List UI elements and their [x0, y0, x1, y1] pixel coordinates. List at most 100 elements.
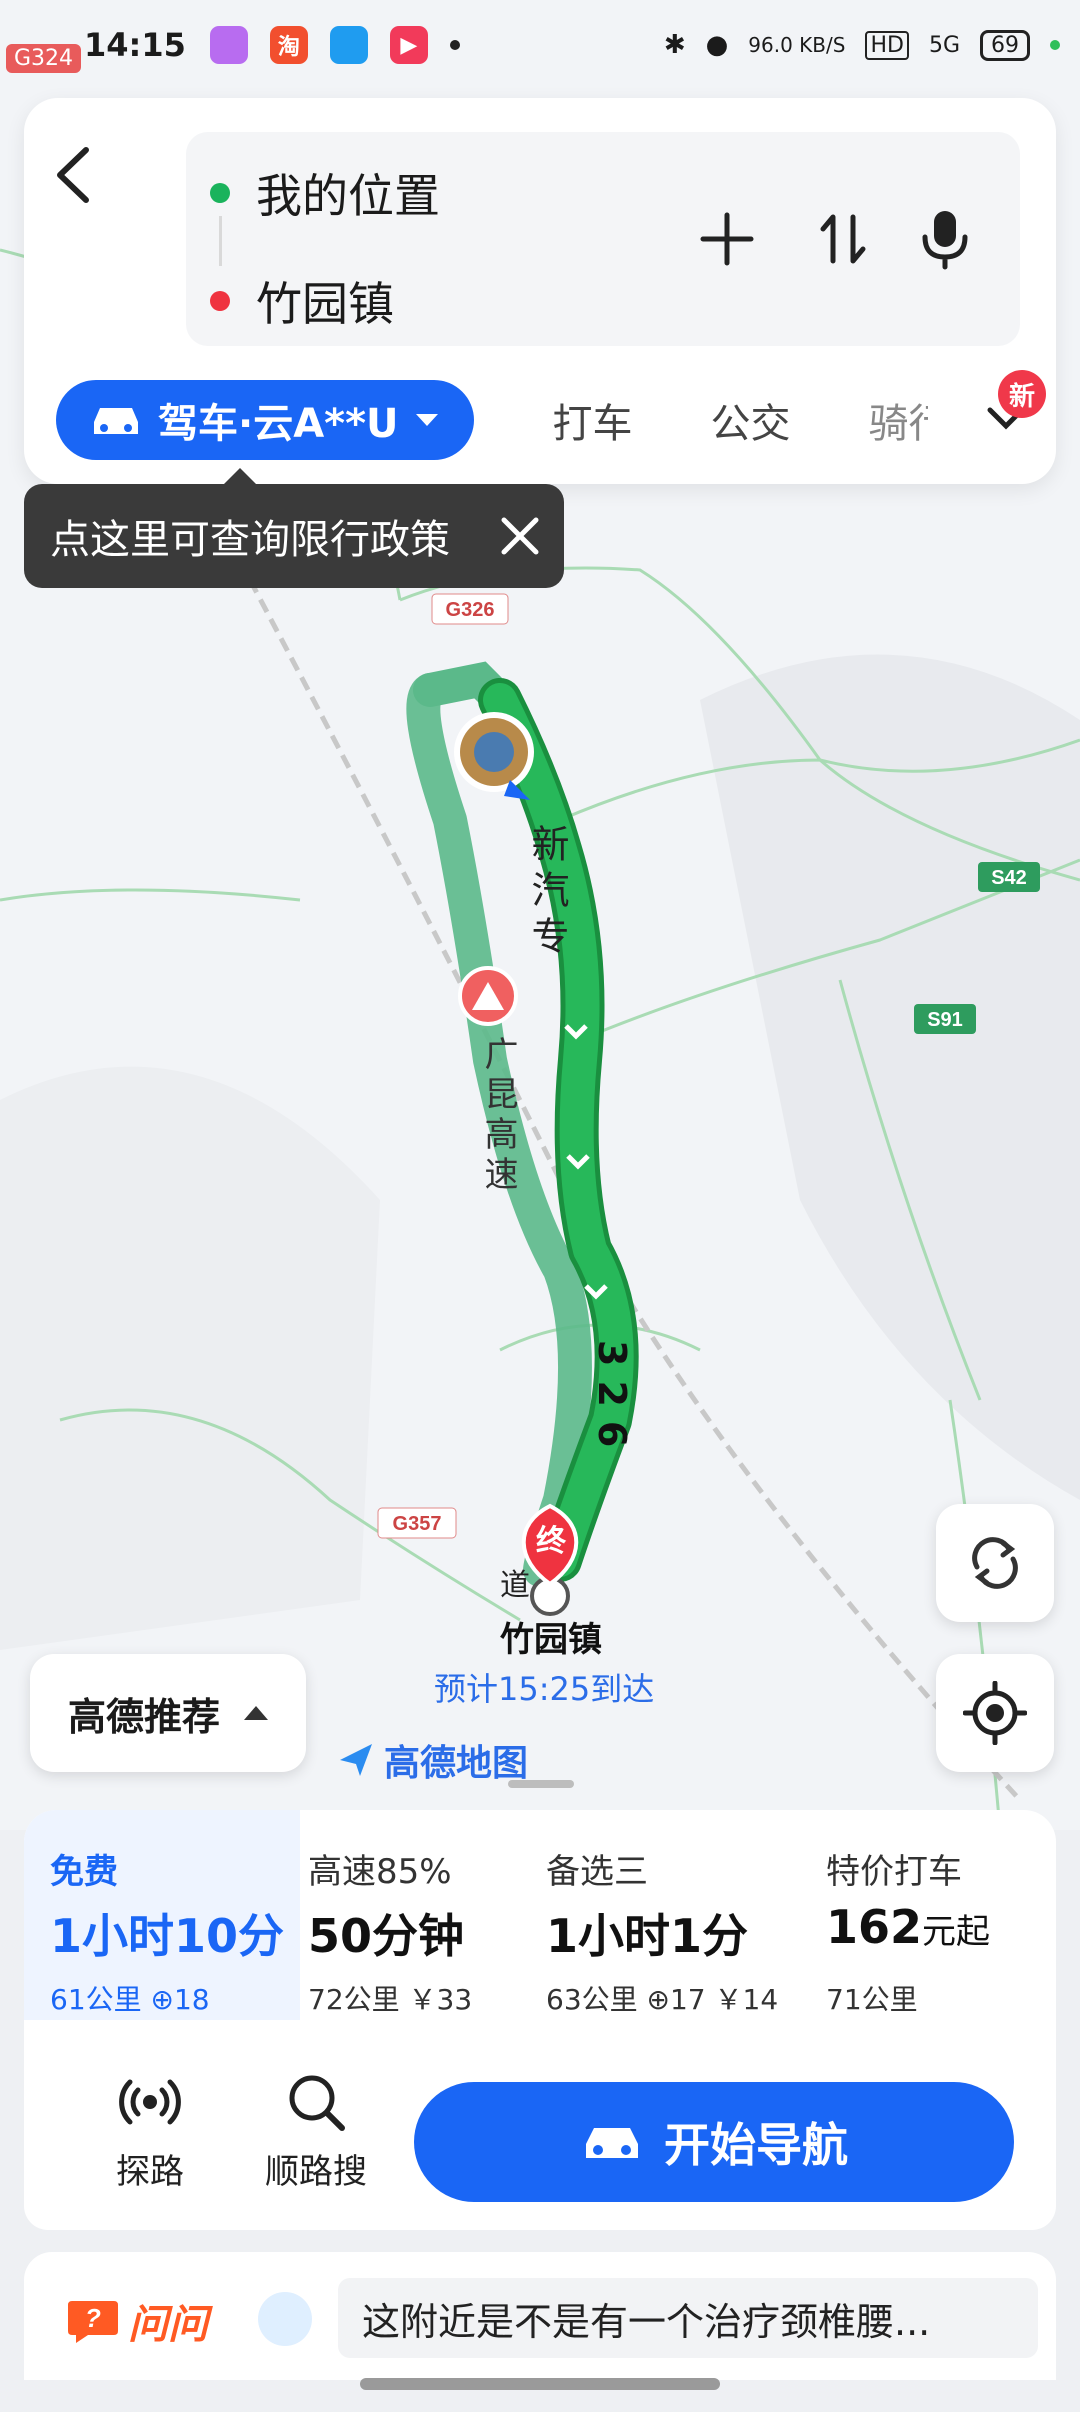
signal-icon: 5G: [928, 32, 960, 58]
back-button[interactable]: [44, 140, 104, 210]
route-option-name: 特价打车: [826, 1852, 962, 1892]
route-name-2: 广昆高速: [478, 1036, 518, 1196]
location-icon: ●: [705, 30, 729, 60]
ask-label: 问问: [128, 2302, 208, 2348]
swap-route-button[interactable]: [806, 202, 880, 276]
ask-logo: ? 问问: [66, 2292, 208, 2350]
route-options-sheet: 免费 1小时10分 61公里 ⊕18 高速85% 50分钟 72公里 ￥33 备…: [24, 1810, 1056, 2230]
explore-button[interactable]: 探路: [80, 2060, 220, 2200]
tip-close-button[interactable]: [498, 514, 542, 558]
route-option-duration: 1小时1分: [546, 1909, 749, 1963]
refresh-route-button[interactable]: [936, 1504, 1054, 1622]
more-notifications-icon: [449, 40, 460, 50]
tab-taxi[interactable]: 打车: [552, 391, 632, 449]
locate-me-button[interactable]: [936, 1654, 1054, 1772]
car-icon: [94, 408, 138, 434]
broadcast-icon: [119, 2079, 181, 2125]
route-number: 326: [590, 1340, 634, 1462]
road-label-g326: G326: [446, 599, 495, 621]
route-preference-label: 高德推荐: [67, 1694, 220, 1739]
add-waypoint-button[interactable]: [690, 202, 764, 276]
locate-icon: [963, 1681, 1027, 1745]
start-navigation-label: 开始导航: [664, 2118, 848, 2172]
status-bar: G324 14:15 淘 ▶ ✱ ● 96.0 KB/S HD 5G 69: [0, 0, 1080, 90]
sheet-grabber[interactable]: [508, 1780, 574, 1788]
route-name-4: 道: [500, 1568, 530, 1603]
battery-icon: 69: [980, 29, 1030, 61]
destination-dot-icon: [210, 291, 230, 311]
app-notification-icon: [329, 26, 368, 64]
route-option-price: 162元起: [826, 1900, 990, 1954]
destination-label: 竹园镇: [500, 1620, 602, 1660]
taxi-price-unit: 元起: [922, 1912, 991, 1952]
route-option-name: 备选三: [546, 1852, 648, 1892]
close-icon: [501, 517, 539, 555]
transport-mode-tabs: 驾车·云A**U 打车 公交 骑行: [56, 378, 1056, 462]
caret-up-icon: [244, 1706, 268, 1720]
destination-field[interactable]: 竹园镇: [210, 268, 394, 334]
chevron-down-icon: [416, 414, 439, 426]
route-option-name: 高速85%: [308, 1852, 452, 1892]
voice-input-button[interactable]: [908, 202, 982, 276]
video-app-icon: ▶: [389, 26, 428, 64]
svg-text:S91: S91: [927, 1009, 963, 1031]
route-divider: [219, 216, 222, 266]
status-time: 14:15: [84, 26, 186, 64]
status-left-badge: G324: [6, 44, 82, 73]
route-option-duration: 1小时10分: [50, 1909, 285, 1963]
route-name-1: 新汽专: [525, 824, 569, 962]
tip-text: 点这里可查询限行政策: [50, 517, 450, 563]
svg-text:S42: S42: [991, 867, 1027, 889]
ask-assistant-bar[interactable]: ? 问问 这附近是不是有一个治疗颈椎腰...: [24, 2252, 1056, 2380]
route-option-meta: 61公里 ⊕18: [50, 1983, 210, 2016]
svg-text:?: ?: [85, 2303, 101, 2333]
amap-logo: 高德地图: [336, 1734, 528, 1786]
tab-drive[interactable]: 驾车·云A**U: [56, 380, 475, 460]
start-navigation-button[interactable]: 开始导航: [414, 2082, 1014, 2202]
microphone-icon: [922, 211, 968, 270]
tab-ride[interactable]: 骑行: [868, 391, 928, 449]
refresh-icon: [972, 1537, 1018, 1589]
app-notification-icon: [209, 26, 248, 64]
route-option-taxi[interactable]: 特价打车 162元起 71公里: [806, 1810, 1056, 2020]
route-options: 免费 1小时10分 61公里 ⊕18 高速85% 50分钟 72公里 ￥33 备…: [24, 1810, 1056, 2020]
home-indicator[interactable]: [360, 2378, 720, 2390]
origin-text: 我的位置: [256, 169, 440, 223]
along-route-search-label: 顺路搜: [265, 2152, 367, 2192]
hd-icon: HD: [865, 30, 909, 60]
new-badge: 新: [998, 370, 1046, 418]
along-route-search-button[interactable]: 顺路搜: [246, 2060, 386, 2200]
chat-question-icon: ?: [68, 2301, 118, 2343]
end-marker-label: 终: [536, 1524, 566, 1559]
ask-suggestion-input[interactable]: 这附近是不是有一个治疗颈椎腰...: [338, 2278, 1038, 2358]
restriction-tip[interactable]: 点这里可查询限行政策: [24, 468, 564, 588]
tab-drive-label: 驾车·云A**U: [158, 401, 399, 447]
origin-field[interactable]: 我的位置: [210, 160, 440, 226]
plus-icon: [700, 212, 754, 266]
route-option-meta: 63公里 ⊕17 ￥14: [546, 1983, 779, 2016]
route-option-meta: 72公里 ￥33: [308, 1983, 473, 2016]
tab-transit[interactable]: 公交: [710, 391, 790, 449]
route-option-alt3[interactable]: 备选三 1小时1分 63公里 ⊕17 ￥14: [536, 1810, 806, 2020]
route-option-duration: 50分钟: [308, 1909, 465, 1963]
explore-label: 探路: [116, 2152, 184, 2192]
taxi-price: 162: [826, 1900, 923, 1954]
dot-indicator: [1050, 40, 1060, 50]
route-option-meta: 71公里: [826, 1983, 918, 2016]
destination-text: 竹园镇: [256, 277, 394, 331]
route-option-name: 免费: [50, 1852, 118, 1892]
route-preference-button[interactable]: 高德推荐: [30, 1654, 306, 1772]
route-input-box: 我的位置 竹园镇: [186, 132, 1020, 346]
amap-logo-icon: [340, 1744, 372, 1776]
route-option-free[interactable]: 免费 1小时10分 61公里 ⊕18: [24, 1810, 300, 2020]
taobao-icon: 淘: [269, 26, 308, 64]
brand-text: 高德地图: [384, 1743, 529, 1784]
car-icon: [586, 2128, 638, 2158]
route-option-highway[interactable]: 高速85% 50分钟 72公里 ￥33: [300, 1810, 536, 2020]
network-speed: 96.0 KB/S: [748, 33, 846, 57]
bluetooth-icon: ✱: [663, 30, 686, 60]
svg-text:G357: G357: [393, 1513, 442, 1535]
back-icon: [57, 147, 89, 203]
origin-dot-icon: [210, 183, 230, 203]
eta-label: 预计15:25到达: [434, 1670, 655, 1708]
